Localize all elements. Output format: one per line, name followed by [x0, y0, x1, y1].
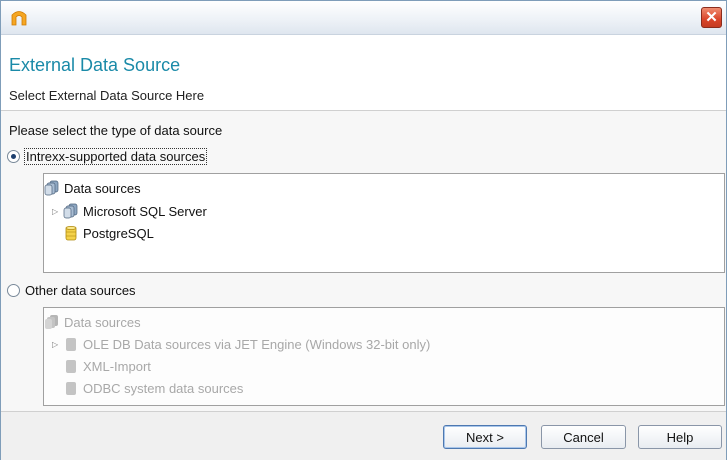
supported-sources-option[interactable]: Intrexx-supported data sources — [7, 148, 208, 165]
page-subtitle: Select External Data Source Here — [9, 88, 205, 103]
tree-item-mssql[interactable]: ▷ Microsoft SQL Server — [52, 203, 207, 219]
tree-item-oledb: ▷ OLE DB Data sources via JET Engine (Wi… — [52, 336, 430, 352]
wizard-content: Please select the type of data source In… — [1, 111, 726, 411]
supported-sources-label[interactable]: Intrexx-supported data sources — [23, 148, 208, 165]
app-logo-icon — [11, 11, 27, 26]
supported-sources-radio[interactable] — [7, 150, 20, 163]
dialog-window: ✕ External Data Source Select External D… — [0, 0, 727, 460]
instruction-label: Please select the type of data source — [9, 123, 223, 138]
page-title: External Data Source — [9, 55, 181, 75]
tree-item-label: ODBC system data sources — [83, 380, 244, 396]
expand-arrow-icon[interactable]: ▷ — [52, 207, 60, 216]
database-stack-icon — [63, 203, 78, 219]
tree-item-postgresql[interactable]: PostgreSQL — [63, 225, 154, 241]
database-gray-icon — [66, 360, 76, 373]
other-sources-tree: Data sources ▷ OLE DB Data sources via J… — [43, 307, 725, 406]
database-stack-icon — [44, 180, 59, 196]
cancel-button[interactable]: Cancel — [541, 425, 626, 449]
other-sources-label[interactable]: Other data sources — [25, 283, 136, 298]
tree-item-odbc: ODBC system data sources — [63, 380, 243, 396]
database-gray-icon — [45, 315, 58, 329]
tree-root-label: Data sources — [64, 314, 141, 330]
other-sources-radio[interactable] — [7, 284, 20, 297]
tree-item-label: XML-Import — [83, 358, 151, 374]
tree-item-xml-import: XML-Import — [63, 358, 151, 374]
expand-arrow-icon: ▷ — [52, 339, 59, 349]
next-button[interactable]: Next > — [443, 425, 527, 449]
button-bar: Next > Cancel Help — [1, 411, 726, 460]
help-button[interactable]: Help — [638, 425, 722, 449]
other-sources-option[interactable]: Other data sources — [7, 283, 136, 298]
title-bar[interactable]: ✕ — [1, 1, 726, 35]
wizard-header: External Data Source Select External Dat… — [1, 35, 726, 111]
tree-root-node: Data sources — [44, 314, 141, 330]
tree-item-label: OLE DB Data sources via JET Engine (Wind… — [83, 336, 431, 352]
database-yellow-icon — [65, 226, 77, 241]
tree-item-label: Microsoft SQL Server — [83, 203, 207, 219]
tree-root-node[interactable]: Data sources — [44, 180, 141, 196]
database-gray-icon — [66, 382, 76, 395]
close-button[interactable]: ✕ — [701, 7, 722, 28]
supported-sources-tree[interactable]: Data sources ▷ Microsoft SQL Server Post… — [43, 173, 725, 273]
tree-item-label: PostgreSQL — [83, 225, 154, 241]
tree-root-label: Data sources — [64, 180, 141, 196]
database-gray-icon — [66, 338, 76, 351]
